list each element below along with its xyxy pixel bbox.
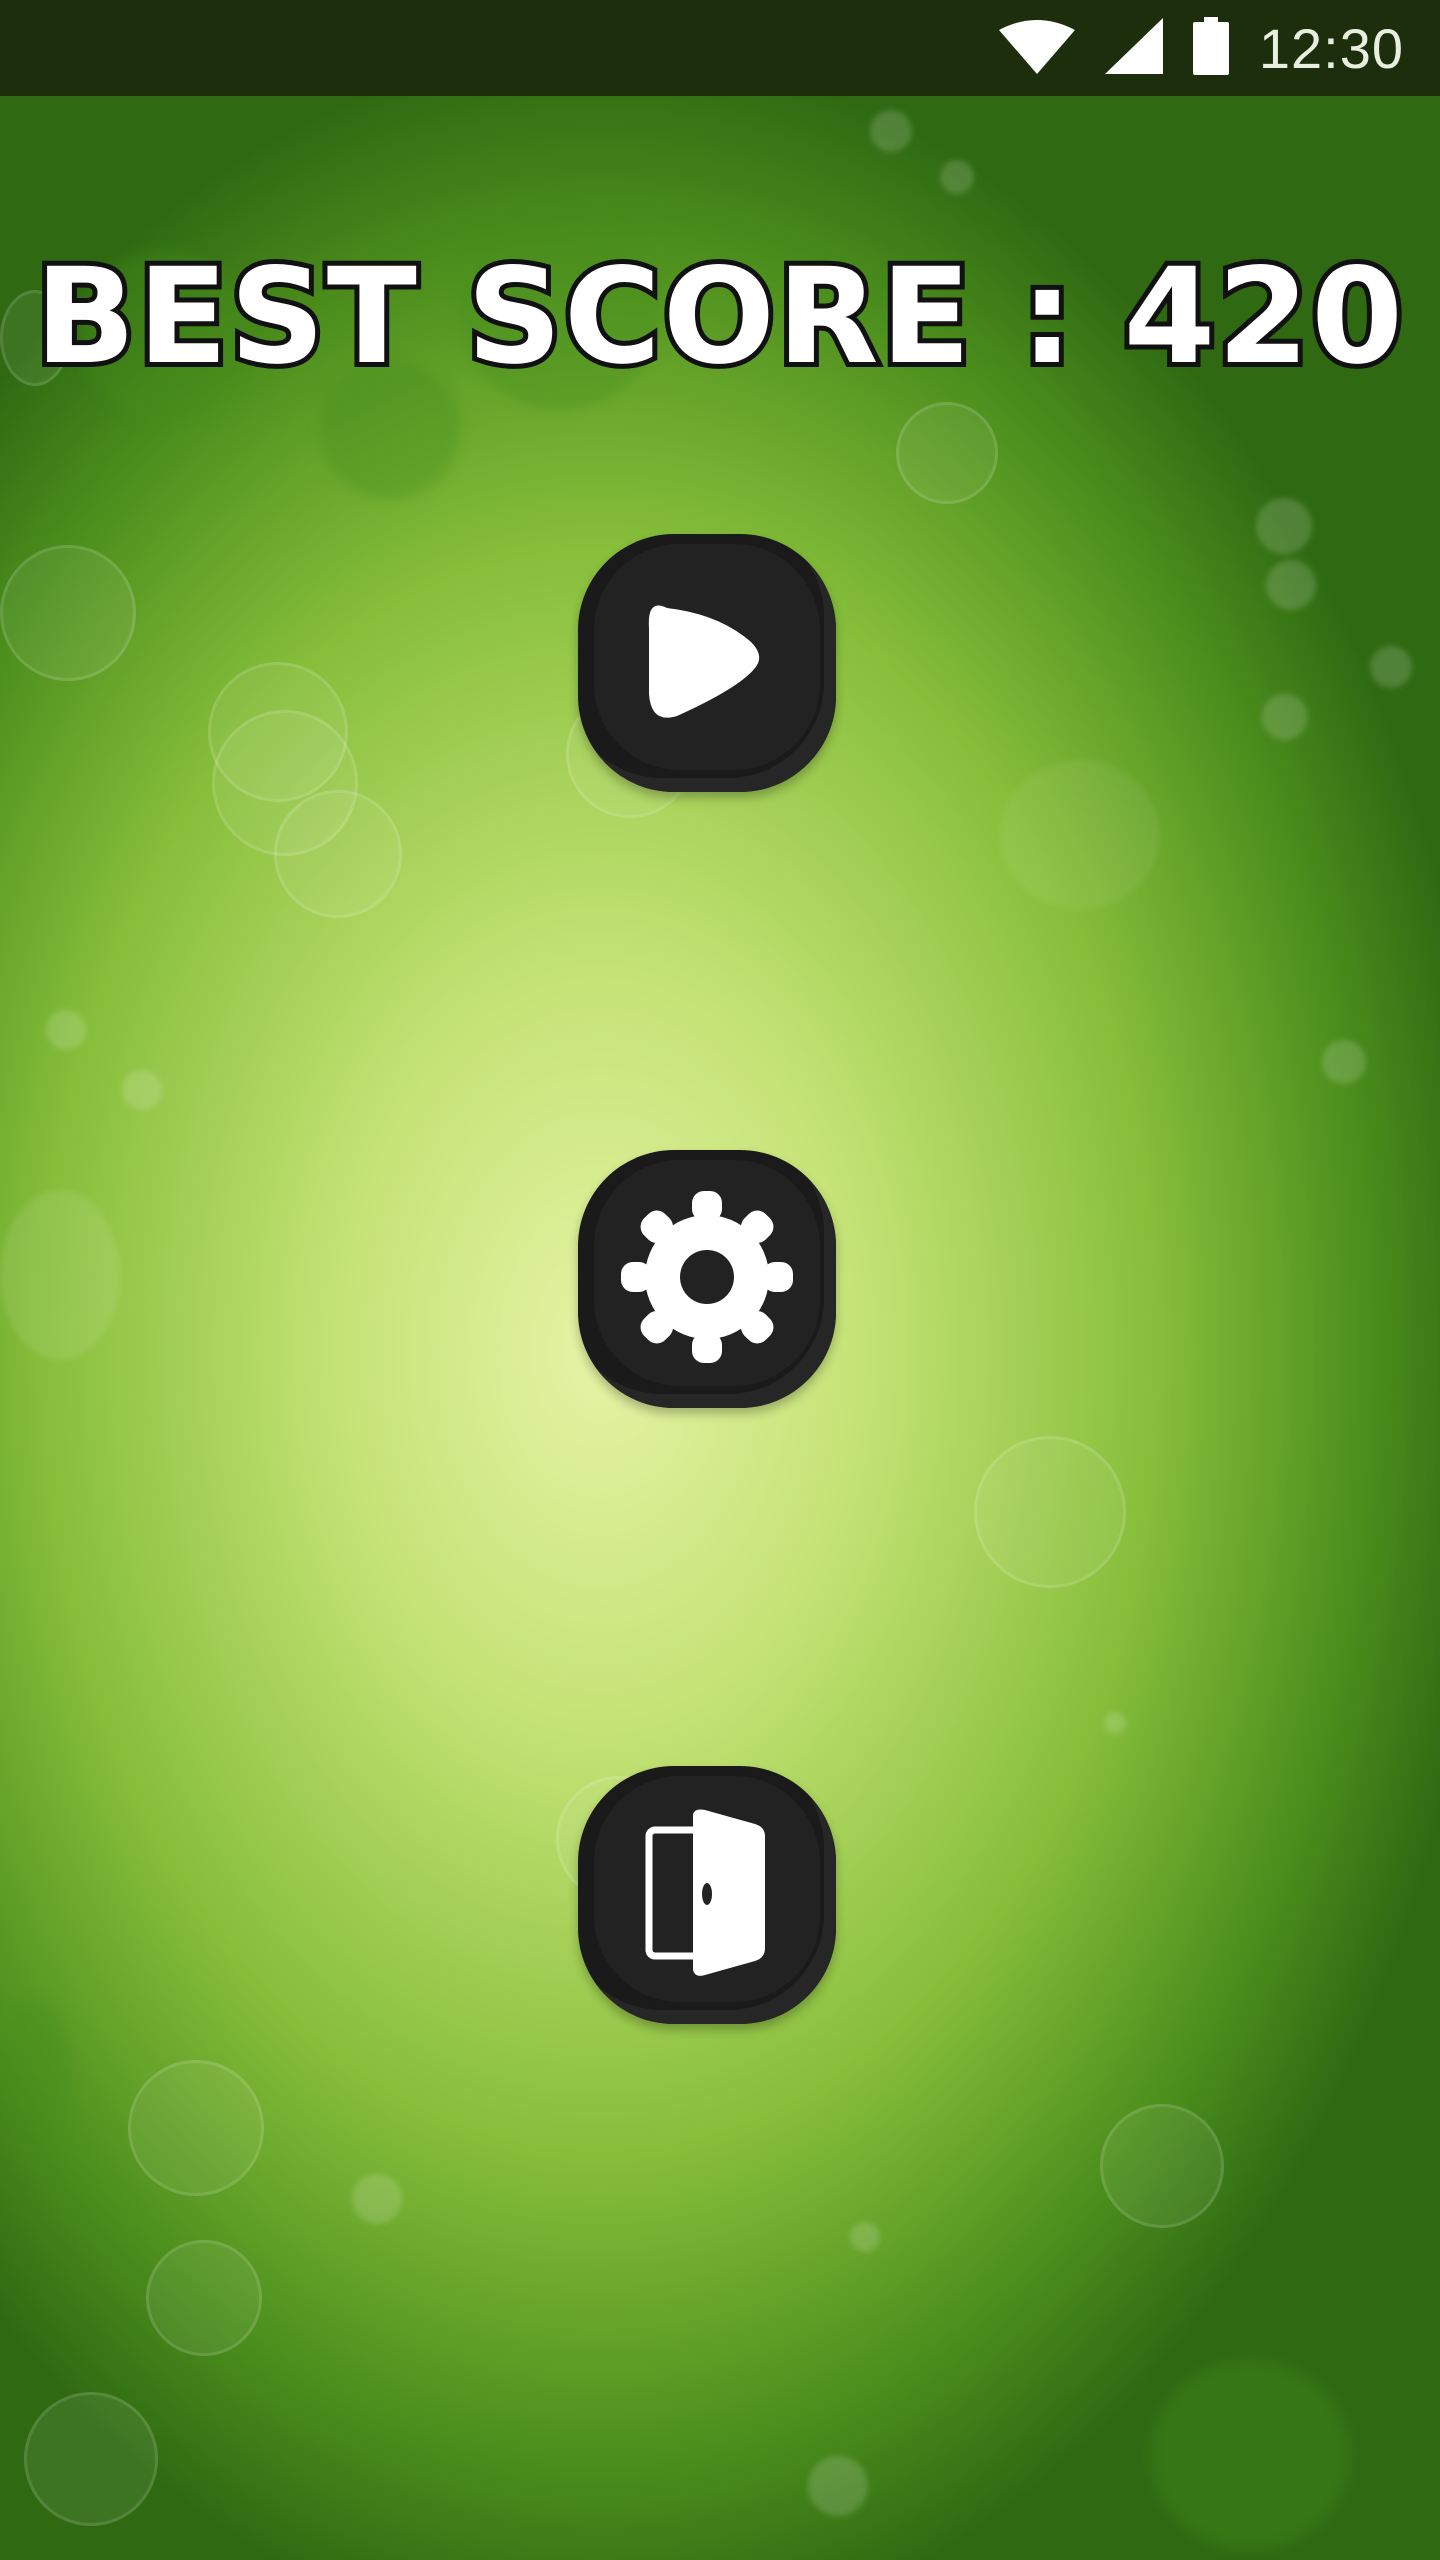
exit-button[interactable] — [578, 1766, 836, 2024]
settings-button[interactable] — [578, 1150, 836, 1408]
gear-icon — [619, 1189, 795, 1369]
status-time: 12:30 — [1258, 16, 1404, 80]
play-icon — [647, 598, 767, 728]
battery-icon — [1192, 17, 1229, 79]
status-bar: 12:30 — [0, 0, 1440, 96]
status-icons: 12:30 — [998, 0, 1404, 96]
wifi-icon — [998, 18, 1075, 78]
cellular-signal-icon — [1104, 18, 1163, 78]
best-score-label: BEST SCORE : 420 — [30, 235, 1408, 399]
door-exit-icon — [643, 1808, 771, 1982]
play-button[interactable] — [578, 534, 836, 792]
